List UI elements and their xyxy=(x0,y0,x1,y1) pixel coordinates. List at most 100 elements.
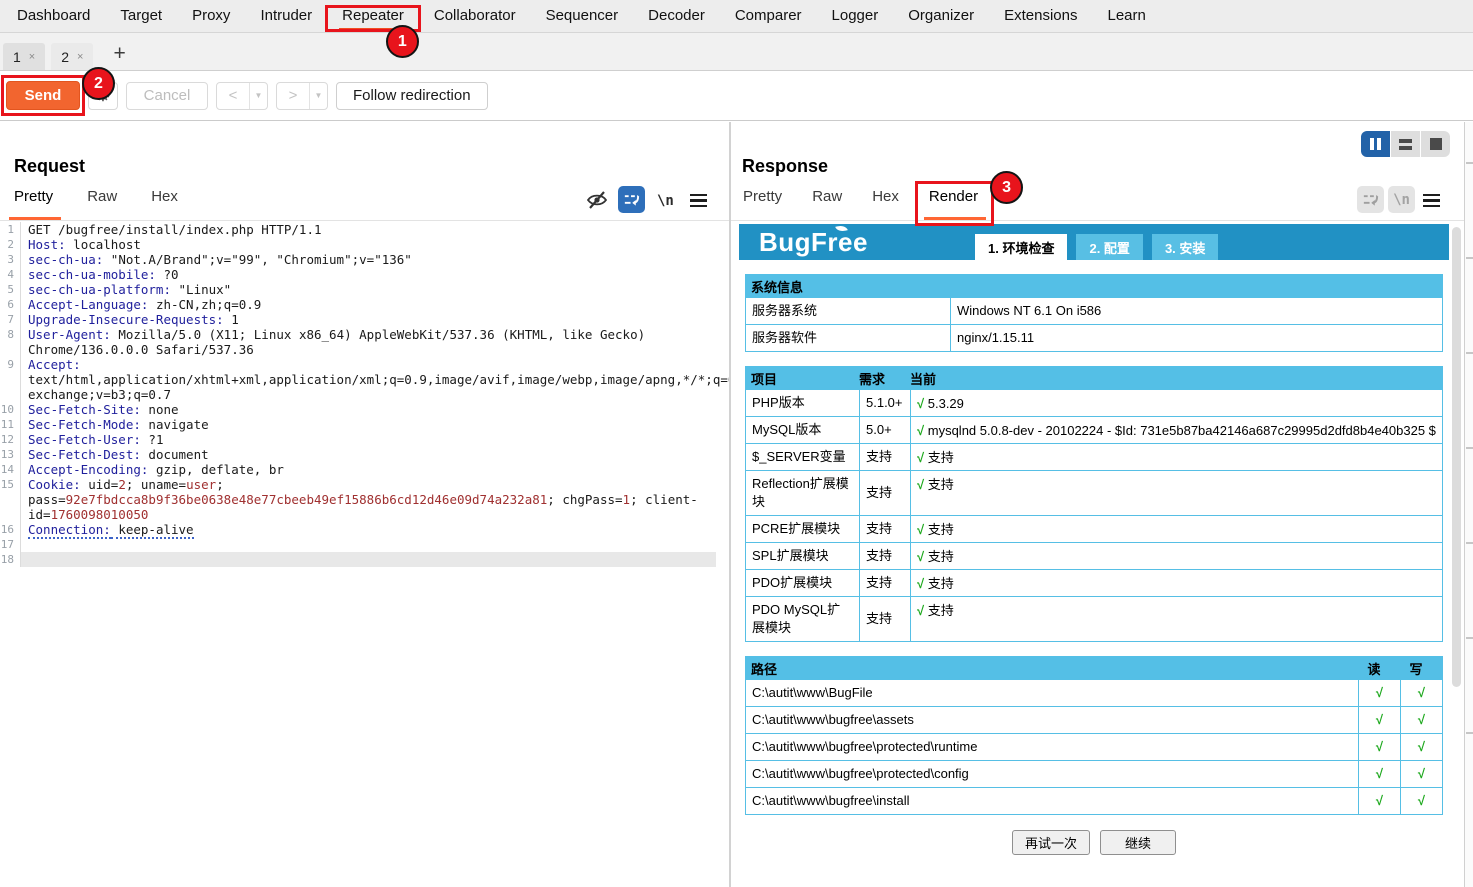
menu-item-organizer[interactable]: Organizer xyxy=(893,0,989,32)
requirement-current: √ 支持 xyxy=(911,597,1442,641)
menu-item-target[interactable]: Target xyxy=(105,0,177,32)
requirement-need: 支持 xyxy=(860,597,911,641)
hide-nonprinting-button[interactable] xyxy=(585,188,609,217)
continue-button[interactable]: 继续 xyxy=(1100,830,1176,855)
line-number: 5 xyxy=(0,282,20,297)
menu-item-extensions[interactable]: Extensions xyxy=(989,0,1092,32)
line-number: 12 xyxy=(0,432,20,447)
forward-history-button[interactable]: > ▼ xyxy=(276,82,328,110)
path-value: C:\autit\www\bugfree\install xyxy=(746,788,1358,814)
write-check: √ xyxy=(1400,707,1442,733)
request-line: 7Upgrade-Insecure-Requests: 1 xyxy=(0,312,716,327)
col-header-item: 项目 xyxy=(751,369,859,388)
stop-button[interactable] xyxy=(1421,131,1450,157)
line-text: User-Agent: Mozilla/5.0 (X11; Linux x86_… xyxy=(20,327,716,357)
repeater-tab-1[interactable]: 1× xyxy=(3,43,45,70)
stop-icon xyxy=(1430,138,1442,150)
repeater-toolbar: Send ⚙ Cancel < ▼ > ▼ Follow redirection xyxy=(0,71,1473,121)
horizontal-bars-icon xyxy=(1399,139,1412,150)
sysinfo-row: 服务器系统Windows NT 6.1 On i586 xyxy=(745,298,1443,325)
menu-item-logger[interactable]: Logger xyxy=(817,0,894,32)
menu-item-collaborator[interactable]: Collaborator xyxy=(419,0,531,32)
line-number: 4 xyxy=(0,267,20,282)
menu-item-comparer[interactable]: Comparer xyxy=(720,0,817,32)
render-scrollbar-thumb[interactable] xyxy=(1452,227,1461,687)
forward-dropdown-icon[interactable]: ▼ xyxy=(309,83,327,109)
send-button[interactable]: Send xyxy=(6,81,80,110)
check-icon: √ xyxy=(917,549,928,564)
close-tab-icon[interactable]: × xyxy=(29,51,35,63)
read-check: √ xyxy=(1358,734,1400,760)
requirement-row: PHP版本5.1.0+√ 5.3.29 xyxy=(745,390,1443,417)
requirement-row: SPL扩展模块支持√ 支持 xyxy=(745,543,1443,570)
response-show-newlines-toggle[interactable]: \n xyxy=(1388,186,1415,213)
path-value: C:\autit\www\bugfree\protected\config xyxy=(746,761,1358,787)
request-line: 5sec-ch-ua-platform: "Linux" xyxy=(0,282,716,297)
editor-scroll-marker-column[interactable] xyxy=(1464,122,1473,887)
add-tab-button[interactable]: + xyxy=(109,44,129,64)
request-editor[interactable]: 1GET /bugfree/install/index.php HTTP/1.1… xyxy=(0,222,716,887)
line-number: 8 xyxy=(0,327,20,342)
response-soft-wrap-toggle-off[interactable] xyxy=(1357,186,1384,213)
repeater-tab-2[interactable]: 2× xyxy=(51,43,93,70)
step-tab-3-[interactable]: 3. 安装 xyxy=(1152,234,1218,260)
check-icon: √ xyxy=(1418,685,1425,700)
check-icon: √ xyxy=(917,603,928,618)
annotation-badge-1: 1 xyxy=(386,25,419,58)
response-tab-raw[interactable]: Raw xyxy=(812,188,842,220)
requirement-item: SPL扩展模块 xyxy=(746,543,860,569)
request-line: 13Sec-Fetch-Dest: document xyxy=(0,447,716,462)
line-number: 18 xyxy=(0,552,20,567)
horizontal-bars-button[interactable] xyxy=(1391,131,1420,157)
request-menu-button[interactable] xyxy=(690,194,707,207)
check-icon: √ xyxy=(1418,793,1425,808)
menu-item-decoder[interactable]: Decoder xyxy=(633,0,720,32)
line-number: 3 xyxy=(0,252,20,267)
response-tab-render[interactable]: Render xyxy=(929,188,978,220)
requirement-item: PDO MySQL扩展模块 xyxy=(746,597,860,641)
close-tab-icon[interactable]: × xyxy=(77,51,83,63)
scroll-marker xyxy=(1466,257,1473,259)
col-header-path: 路径 xyxy=(751,659,1353,678)
line-text: Accept-Language: zh-CN,zh;q=0.9 xyxy=(20,297,716,312)
line-text: Connection: keep-alive xyxy=(20,522,716,537)
menu-item-dashboard[interactable]: Dashboard xyxy=(2,0,105,32)
check-icon: √ xyxy=(1376,739,1383,754)
request-tab-pretty[interactable]: Pretty xyxy=(14,188,53,220)
pause-button[interactable] xyxy=(1361,131,1390,157)
step-tab-1-[interactable]: 1. 环境检查 xyxy=(975,234,1067,260)
follow-redirection-button[interactable]: Follow redirection xyxy=(336,82,488,110)
cancel-button[interactable]: Cancel xyxy=(126,82,208,110)
menu-item-sequencer[interactable]: Sequencer xyxy=(531,0,634,32)
menu-item-intruder[interactable]: Intruder xyxy=(245,0,327,32)
read-check: √ xyxy=(1358,761,1400,787)
requirement-current-text: 支持 xyxy=(928,522,954,537)
response-title: Response xyxy=(742,156,828,177)
repeater-tab-label: 2 xyxy=(61,49,69,65)
check-icon: √ xyxy=(1376,712,1383,727)
step-tab-2-[interactable]: 2. 配置 xyxy=(1076,234,1142,260)
response-tab-pretty[interactable]: Pretty xyxy=(743,188,782,220)
request-tab-hex[interactable]: Hex xyxy=(151,188,178,220)
back-history-button[interactable]: < ▼ xyxy=(216,82,268,110)
requirement-current-text: 支持 xyxy=(928,576,954,591)
show-newlines-toggle[interactable]: \n xyxy=(657,192,674,210)
retry-button[interactable]: 再试一次 xyxy=(1012,830,1090,855)
line-number: 17 xyxy=(0,537,20,552)
response-menu-button[interactable] xyxy=(1423,194,1440,207)
request-title: Request xyxy=(14,156,85,177)
menu-item-proxy[interactable]: Proxy xyxy=(177,0,245,32)
write-check: √ xyxy=(1400,680,1442,706)
response-tab-hex[interactable]: Hex xyxy=(872,188,899,220)
back-dropdown-icon[interactable]: ▼ xyxy=(249,83,267,109)
menu-item-learn[interactable]: Learn xyxy=(1092,0,1160,32)
requirement-need: 支持 xyxy=(860,444,911,470)
request-line: 1GET /bugfree/install/index.php HTTP/1.1 xyxy=(0,222,716,237)
requirement-current: √ mysqlnd 5.0.8-dev - 20102224 - $Id: 73… xyxy=(911,417,1442,443)
requirement-need: 支持 xyxy=(860,570,911,596)
request-tab-raw[interactable]: Raw xyxy=(87,188,117,220)
response-tabs-divider xyxy=(731,220,1473,221)
write-check: √ xyxy=(1400,761,1442,787)
soft-wrap-toggle-on[interactable] xyxy=(618,186,645,213)
col-header-write: 写 xyxy=(1395,659,1437,678)
